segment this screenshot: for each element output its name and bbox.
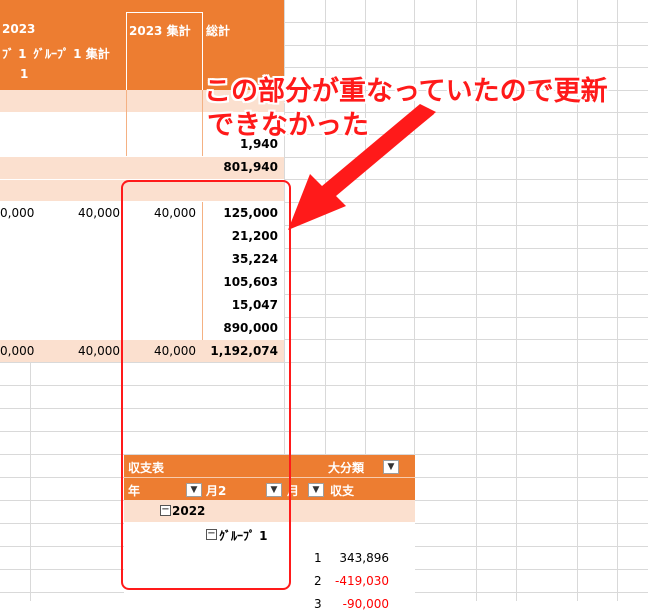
header-divider (126, 12, 202, 13)
cell-value[interactable]: 40,000 (40, 206, 120, 220)
column-year-label: 2023 (2, 22, 36, 36)
major-category-label: 大分類 (328, 461, 365, 475)
income-value[interactable]: -419,030 (329, 574, 389, 588)
column-group-fragment: ﾌﾞ 1 (2, 47, 27, 61)
subtotal-value[interactable]: 801,940 (200, 160, 278, 174)
grid-row-line (0, 431, 648, 432)
column-grand-total[interactable]: 総計 (206, 22, 230, 39)
total-value[interactable]: 40,000 (40, 344, 120, 358)
grid-row-line (0, 408, 648, 409)
total-value[interactable]: 0,000 (0, 344, 34, 358)
header-divider (202, 12, 203, 90)
income-value[interactable]: -90,000 (329, 597, 389, 611)
cell-value[interactable]: 0,000 (0, 206, 34, 220)
annotation-line-2: できなかった (207, 110, 369, 141)
dropdown-icon[interactable]: ▼ (308, 483, 324, 497)
month-label: 2 (314, 574, 322, 588)
column-sub-label: 1 (20, 67, 29, 81)
month-label: 1 (314, 551, 322, 565)
highlight-rectangle (121, 180, 291, 590)
header-divider (126, 12, 127, 90)
column-group-total: ｸﾞﾙｰﾌﾟ 1 集計 (33, 47, 110, 61)
income-value[interactable]: 343,896 (329, 551, 389, 565)
column-border (126, 90, 127, 156)
field-income: 収支 (330, 484, 355, 498)
month-label: 3 (314, 597, 322, 611)
grid-row-line (0, 362, 648, 363)
column-year-total[interactable]: 2023 集計 (129, 22, 191, 39)
grid-row-line (0, 385, 648, 386)
filter-dropdown-icon[interactable]: ▼ (383, 460, 399, 474)
